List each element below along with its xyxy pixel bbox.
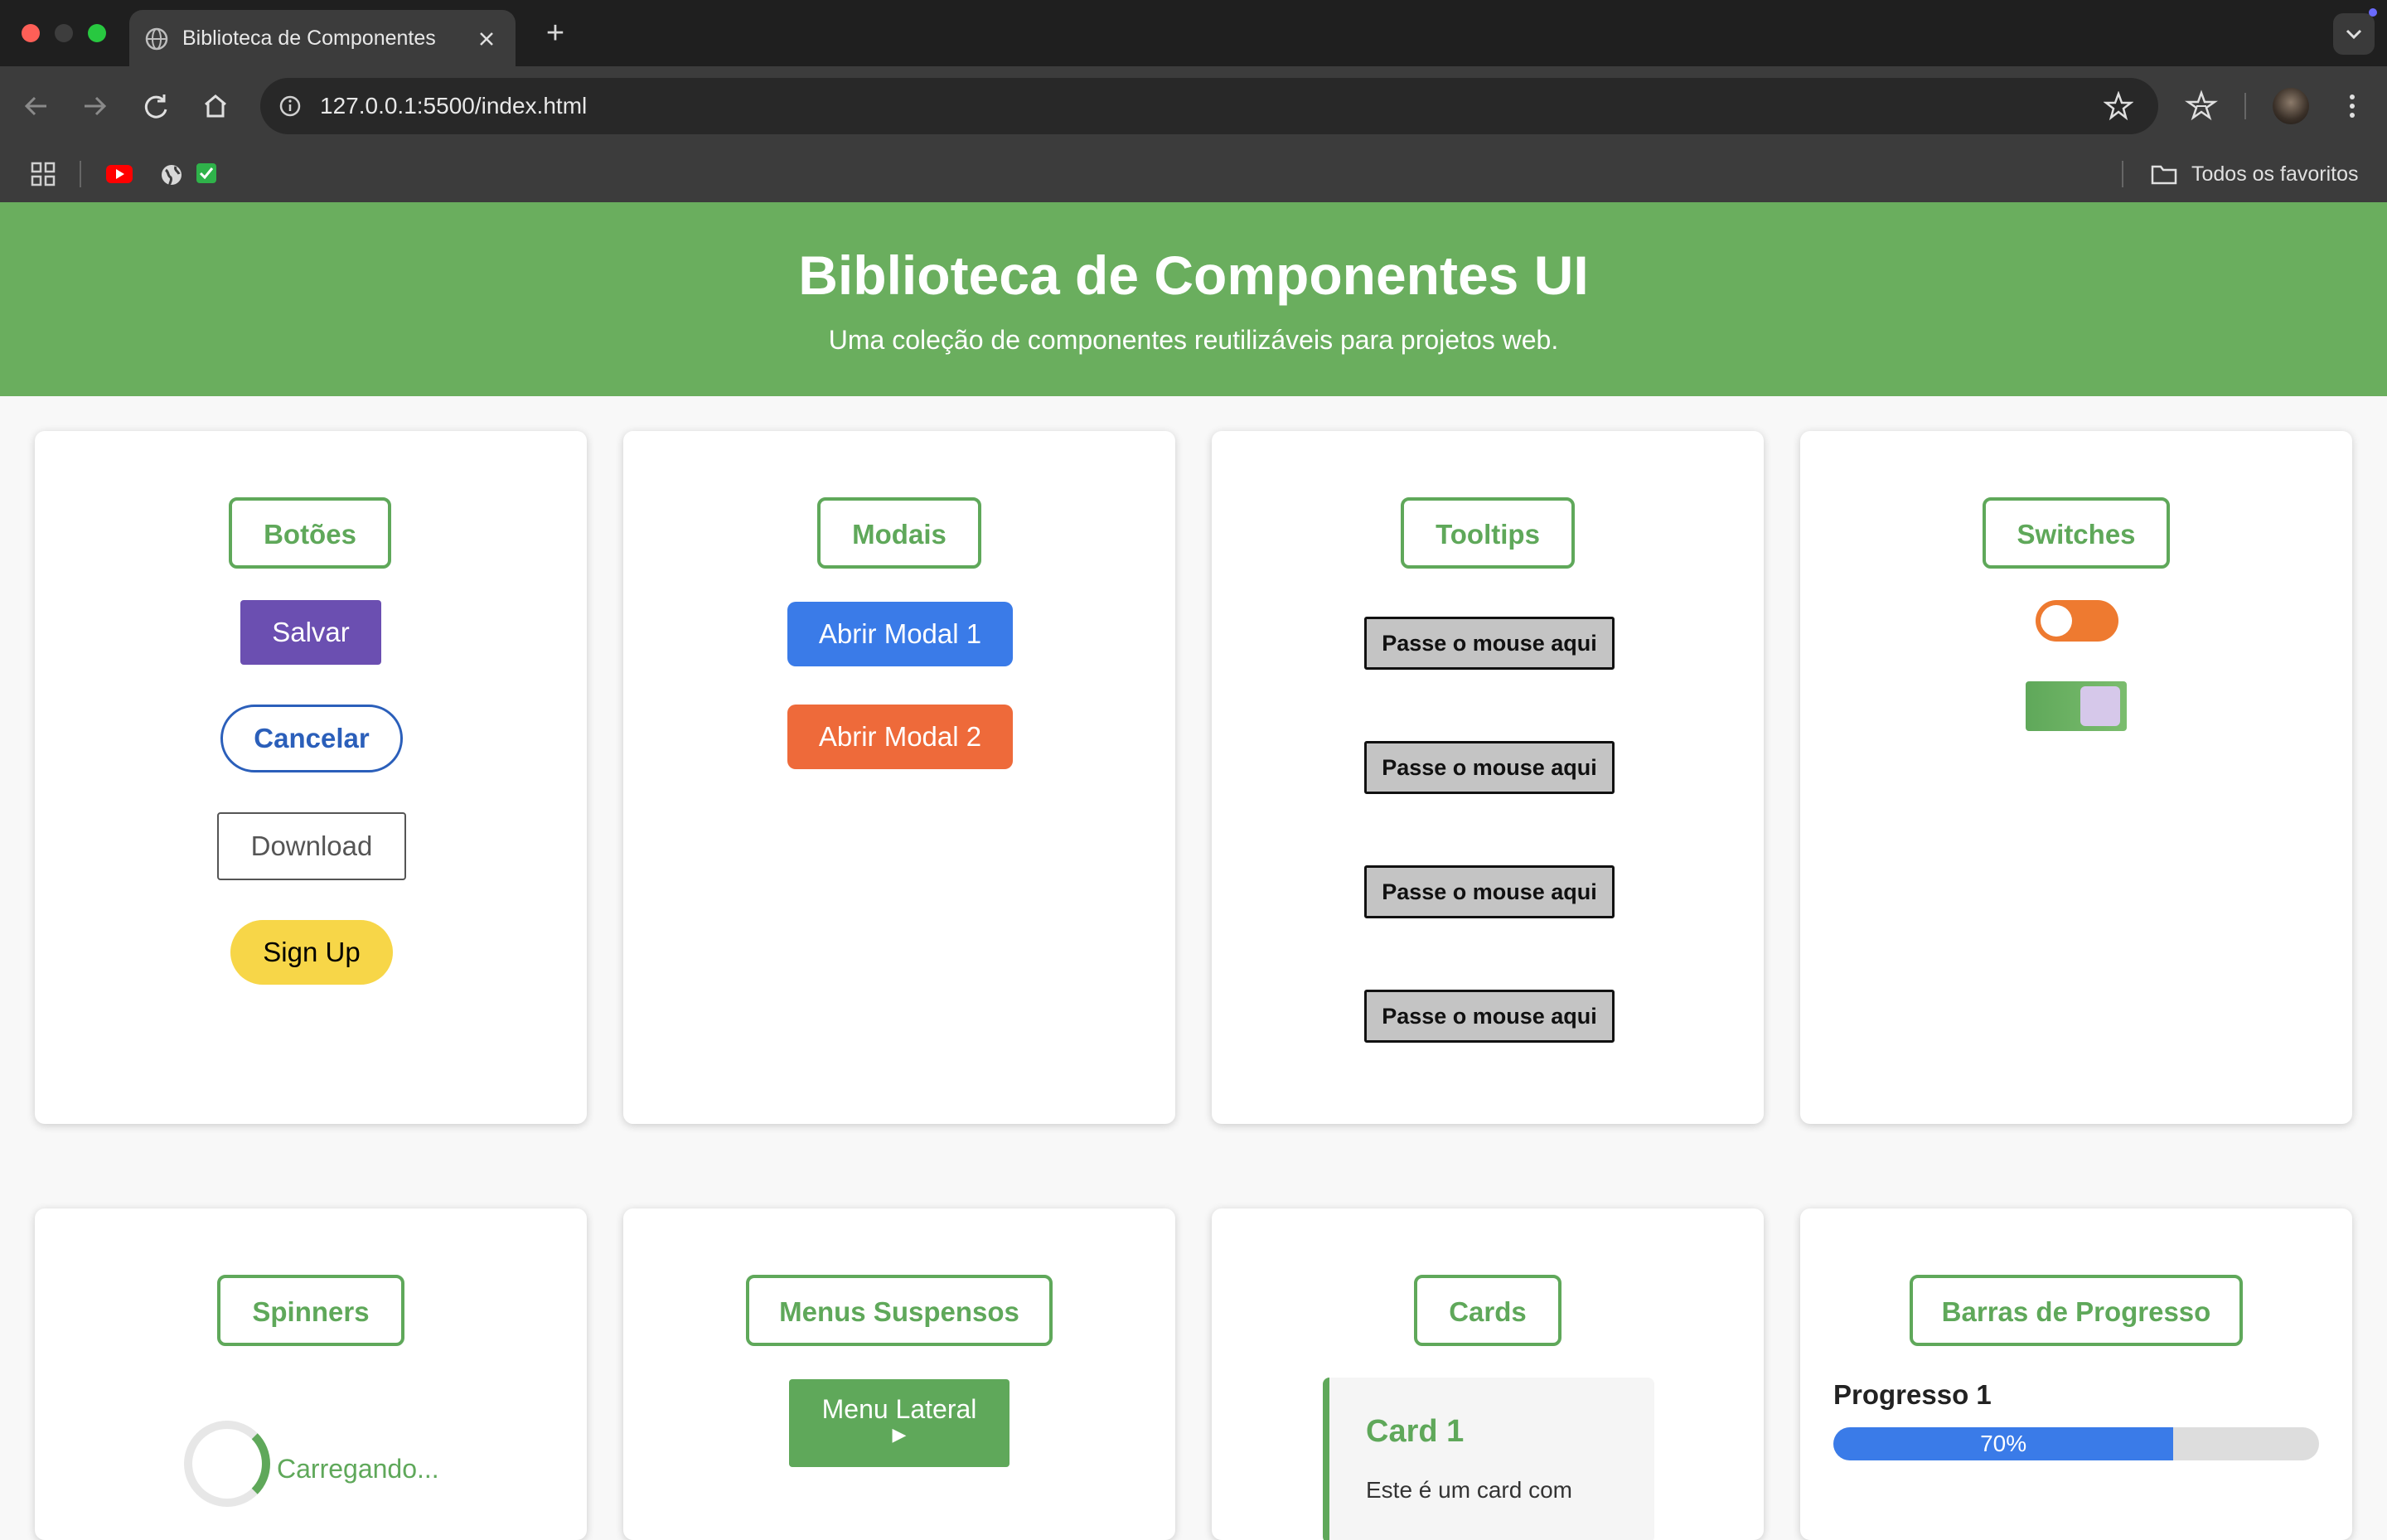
new-tab-button[interactable]: + [534,13,577,53]
side-menu-button[interactable]: Menu Lateral ▶ [789,1379,1010,1467]
progress-value: 70% [1980,1431,2027,1456]
folder-icon[interactable] [2150,162,2178,186]
dropdowns-card: Menus Suspensos Menu Lateral ▶ [623,1208,1175,1540]
tooltip-trigger-4[interactable]: Passe o mouse aqui [1364,990,1615,1043]
more-options-icon[interactable] [2336,90,2369,123]
switches-card: Switches [1800,431,2352,1124]
browser-tab-strip: Biblioteca de Componentes + [0,0,2387,66]
section-title-tooltips: Tooltips [1401,497,1575,569]
loading-spinner [184,1421,270,1507]
section-title-spinners: Spinners [217,1275,404,1346]
close-window-button[interactable] [22,24,40,42]
globe-bookmark-icon[interactable] [159,162,184,187]
buttons-card: Botões Salvar Cancelar Download Sign Up [35,431,587,1124]
open-modal-1-button[interactable]: Abrir Modal 1 [787,602,1013,666]
url-text: 127.0.0.1:5500/index.html [320,93,588,119]
open-modal-2-button[interactable]: Abrir Modal 2 [787,705,1013,769]
modals-card: Modais Abrir Modal 1 Abrir Modal 2 [623,431,1175,1124]
tooltips-card: Tooltips Passe o mouse aqui Passe o mous… [1212,431,1764,1124]
all-bookmarks-link[interactable]: Todos os favoritos [2191,146,2359,202]
section-title-modals: Modais [817,497,981,569]
reading-list-star-icon[interactable] [2185,90,2218,123]
tooltip-trigger-1[interactable]: Passe o mouse aqui [1364,617,1615,670]
toolbar-divider [2244,93,2246,119]
bookmarks-bar: Todos os favoritos [0,146,2387,202]
signup-button[interactable]: Sign Up [230,920,393,985]
youtube-icon[interactable] [104,162,134,186]
sample-card-1[interactable]: Card 1 Este é um card com [1323,1378,1654,1540]
globe-icon [145,27,168,51]
section-title-progress: Barras de Progresso [1910,1275,2243,1346]
bookmarks-divider [80,161,81,187]
progress-fill: 70% [1833,1427,2174,1460]
tooltip-trigger-2[interactable]: Passe o mouse aqui [1364,741,1615,794]
cancel-button[interactable]: Cancelar [220,705,403,772]
progress-card: Barras de Progresso Progresso 1 70% [1800,1208,2352,1540]
maximize-window-button[interactable] [88,24,106,42]
chevron-down-icon [2346,29,2362,40]
tab-search-button[interactable] [2333,13,2375,55]
profile-avatar[interactable] [2273,88,2309,124]
apps-grid-icon[interactable] [30,161,56,187]
page-title: Biblioteca de Componentes UI [798,245,1589,306]
sample-card-text: Este é um card com [1366,1477,1572,1503]
browser-tab[interactable]: Biblioteca de Componentes [129,10,516,66]
home-icon[interactable] [196,86,235,126]
section-title-switches: Switches [1983,497,2170,569]
address-bar[interactable]: 127.0.0.1:5500/index.html [260,78,2158,134]
sample-card-title: Card 1 [1366,1414,1465,1449]
section-title-buttons: Botões [229,497,391,569]
forward-arrow-icon[interactable] [75,86,114,126]
back-arrow-icon[interactable] [17,86,56,126]
tab-title: Biblioteca de Componentes [182,27,436,50]
close-tab-icon[interactable] [477,30,496,48]
tooltip-trigger-3[interactable]: Passe o mouse aqui [1364,865,1615,918]
section-title-cards: Cards [1414,1275,1561,1346]
page-subtitle: Uma coleção de componentes reutilizáveis… [828,325,1559,355]
toggle-knob [2080,686,2120,726]
bookmarks-right-divider [2122,161,2123,187]
section-title-dropdowns: Menus Suspensos [746,1275,1053,1346]
bookmark-star-icon[interactable] [2104,91,2133,121]
toggle-knob [2041,605,2072,637]
reload-icon[interactable] [136,86,176,126]
site-info-icon[interactable] [278,94,302,118]
minimize-window-button[interactable] [55,24,73,42]
toggle-switch-off[interactable] [2036,600,2118,642]
toggle-switch-on[interactable] [2026,681,2127,731]
spinners-card: Spinners Carregando... [35,1208,587,1540]
save-button[interactable]: Salvar [240,600,381,665]
notification-dot [2369,8,2377,17]
loading-text: Carregando... [277,1454,439,1484]
triangle-right-icon: ▶ [892,1424,907,1445]
download-button[interactable]: Download [217,812,406,880]
browser-toolbar: 127.0.0.1:5500/index.html [0,66,2387,146]
cards-card: Cards Card 1 Este é um card com [1212,1208,1764,1540]
side-menu-label: Menu Lateral [821,1394,977,1424]
page-header: Biblioteca de Componentes UI Uma coleção… [0,202,2387,396]
progress-label: Progresso 1 [1833,1379,1992,1410]
progress-bar: 70% [1833,1427,2319,1460]
checkmark-bookmark-icon[interactable] [196,162,217,184]
